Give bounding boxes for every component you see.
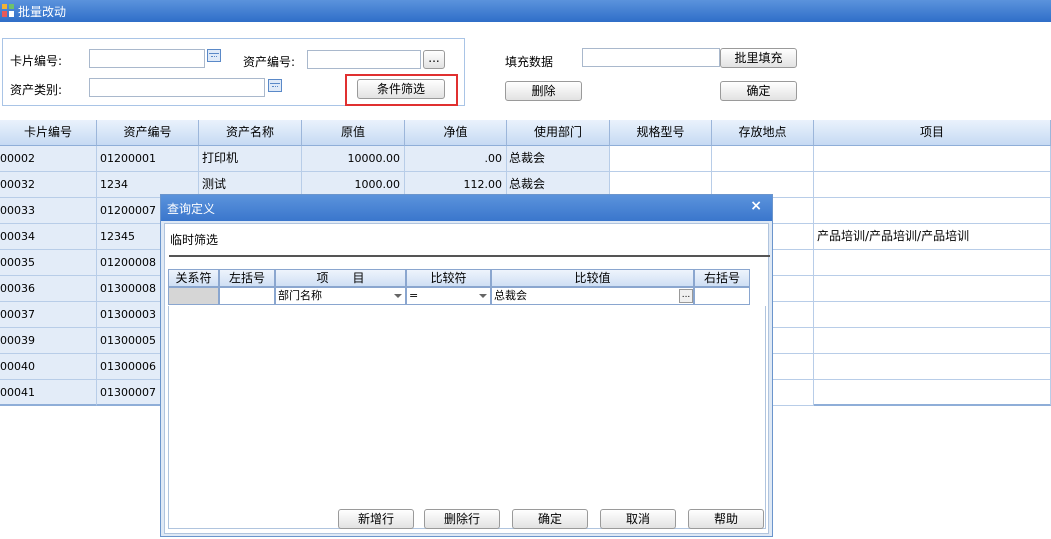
add-row-button[interactable]: 新增行 — [338, 509, 414, 529]
asset-type-picker-icon[interactable] — [268, 79, 282, 92]
dialog-title-bar[interactable]: 查询定义 × — [161, 195, 772, 221]
col-header-original-value[interactable]: 原值 — [302, 120, 405, 146]
chevron-down-icon[interactable] — [479, 294, 487, 298]
col-header-location[interactable]: 存放地点 — [712, 120, 814, 146]
batch-fill-button[interactable]: 批里填充 — [720, 48, 797, 68]
cell-card-no: 00037 — [0, 302, 97, 328]
cell-net-value: .00 — [405, 146, 507, 172]
cell-asset-no: 01200001 — [97, 146, 199, 172]
col-header-project[interactable]: 项目 — [814, 120, 1051, 146]
cell-department: 总裁会 — [507, 146, 610, 172]
cell-asset-name: 打印机 — [199, 146, 302, 172]
col-header-left-paren: 左括号 — [219, 269, 275, 287]
col-header-right-paren: 右括号 — [694, 269, 750, 287]
col-header-asset-no[interactable]: 资产编号 — [97, 120, 199, 146]
compare-value-input[interactable]: 总裁会 ... — [491, 287, 694, 305]
right-paren-cell[interactable] — [694, 287, 750, 305]
cell-card-no: 00035 — [0, 250, 97, 276]
cell-card-no: 00036 — [0, 276, 97, 302]
chevron-down-icon[interactable] — [394, 294, 402, 298]
delete-button[interactable]: 删除 — [505, 81, 582, 101]
window-title: 批量改动 — [18, 5, 67, 19]
cell-project: 产品培训/产品培训/产品培训 — [814, 224, 1051, 250]
cell-card-no: 00033 — [0, 198, 97, 224]
fill-data-label: 填充数据 — [505, 55, 554, 69]
cell-project — [814, 198, 1051, 224]
cell-project — [814, 380, 1051, 406]
divider — [169, 255, 770, 257]
cell-card-no: 00034 — [0, 224, 97, 250]
cell-project — [814, 276, 1051, 302]
asset-type-input[interactable] — [89, 78, 265, 97]
operator-select-value: = — [409, 289, 419, 302]
table-row[interactable]: 00002 01200001 打印机 10000.00 .00 总裁会 — [0, 146, 1051, 172]
close-icon[interactable]: × — [750, 198, 762, 214]
cell-location — [712, 146, 814, 172]
col-header-net-value[interactable]: 净值 — [405, 120, 507, 146]
card-no-picker-icon[interactable] — [207, 49, 221, 62]
cell-card-no: 00002 — [0, 146, 97, 172]
ok-button[interactable]: 确定 — [720, 81, 797, 101]
dialog-cancel-button[interactable]: 取消 — [600, 509, 676, 529]
cell-project — [814, 146, 1051, 172]
browse-button[interactable]: ... — [679, 289, 693, 303]
condition-list-area — [168, 306, 766, 529]
col-header-asset-name[interactable]: 资产名称 — [199, 120, 302, 146]
cell-project — [814, 302, 1051, 328]
card-no-input[interactable] — [89, 49, 205, 68]
card-no-label: 卡片编号: — [10, 54, 63, 68]
dialog-ok-button[interactable]: 确定 — [512, 509, 588, 529]
item-select[interactable]: 部门名称 — [275, 287, 406, 305]
col-header-item: 项 目 — [275, 269, 406, 287]
app-icon — [2, 4, 14, 17]
section-label: 临时筛选 — [170, 233, 219, 247]
cell-card-no: 00040 — [0, 354, 97, 380]
operator-select[interactable]: = — [406, 287, 491, 305]
help-button[interactable]: 帮助 — [688, 509, 764, 529]
dialog-title: 查询定义 — [167, 202, 216, 216]
asset-no-label: 资产编号: — [243, 55, 296, 69]
asset-type-label: 资产类别: — [10, 83, 63, 97]
dialog-body: 临时筛选 关系符 左括号 项 目 比较符 比较值 右括号 部门名称 = 总裁会 … — [164, 223, 770, 534]
col-header-operator: 比较符 — [406, 269, 491, 287]
delete-row-button[interactable]: 删除行 — [424, 509, 500, 529]
window-title-bar: 批量改动 — [0, 0, 1051, 22]
col-header-spec[interactable]: 规格型号 — [610, 120, 712, 146]
asset-no-input[interactable] — [307, 50, 421, 69]
col-header-department[interactable]: 使用部门 — [507, 120, 610, 146]
col-header-relation: 关系符 — [168, 269, 219, 287]
highlight-box — [345, 74, 458, 106]
relation-cell[interactable] — [168, 287, 219, 305]
cell-card-no: 00032 — [0, 172, 97, 198]
cell-project — [814, 172, 1051, 198]
col-header-card-no[interactable]: 卡片编号 — [0, 120, 97, 146]
cell-project — [814, 354, 1051, 380]
cell-card-no: 00041 — [0, 380, 97, 406]
cell-project — [814, 250, 1051, 276]
cell-project — [814, 328, 1051, 354]
query-definition-dialog: 查询定义 × 临时筛选 关系符 左括号 项 目 比较符 比较值 右括号 部门名称… — [160, 194, 773, 537]
item-select-value: 部门名称 — [278, 289, 322, 302]
cell-original-value: 10000.00 — [302, 146, 405, 172]
left-paren-cell[interactable] — [219, 287, 275, 305]
compare-value-text: 总裁会 — [494, 289, 527, 302]
cell-card-no: 00039 — [0, 328, 97, 354]
fill-data-input[interactable] — [582, 48, 720, 67]
cell-spec — [610, 146, 712, 172]
asset-no-browse-button[interactable]: ... — [423, 50, 445, 69]
col-header-compare-value: 比较值 — [491, 269, 694, 287]
